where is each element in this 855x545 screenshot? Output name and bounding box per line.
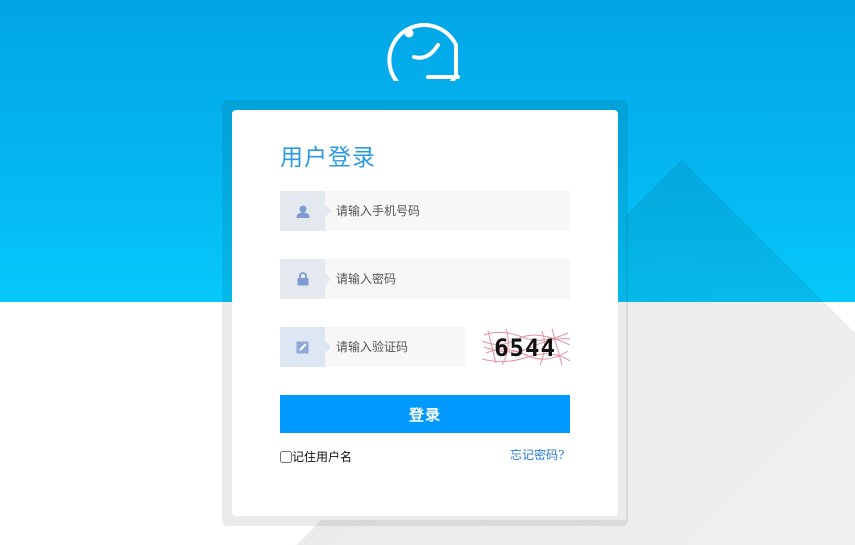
login-button[interactable]: 登录 [280, 395, 570, 433]
phone-field [280, 191, 570, 231]
forgot-password-link[interactable]: 忘记密码? [510, 446, 564, 463]
phone-input[interactable] [336, 191, 566, 231]
captcha-image[interactable]: 6544 [482, 327, 570, 367]
login-title: 用户登录 [280, 145, 376, 171]
password-field-icon-box [280, 259, 331, 299]
remember-username-label: 记住用户名 [292, 450, 353, 464]
user-icon [296, 205, 309, 218]
captcha-image-text: 6544 [494, 334, 556, 362]
password-field [280, 259, 570, 299]
login-card: 用户登录 请输入手机号码 请输入验证码 6544 登录 记住用户名 忘记密码? [232, 110, 618, 516]
phone-field-icon-box [280, 191, 331, 231]
captcha-input[interactable] [336, 327, 461, 367]
remember-username-checkbox[interactable] [280, 450, 292, 463]
password-input[interactable] [336, 259, 566, 299]
captcha-field-icon-box [280, 327, 331, 367]
captcha-field [280, 327, 465, 367]
remember-username[interactable]: 记住用户名 [280, 448, 352, 465]
smiley-face-logo-icon [387, 23, 460, 81]
edit-icon [296, 341, 309, 353]
lock-icon [297, 272, 308, 286]
